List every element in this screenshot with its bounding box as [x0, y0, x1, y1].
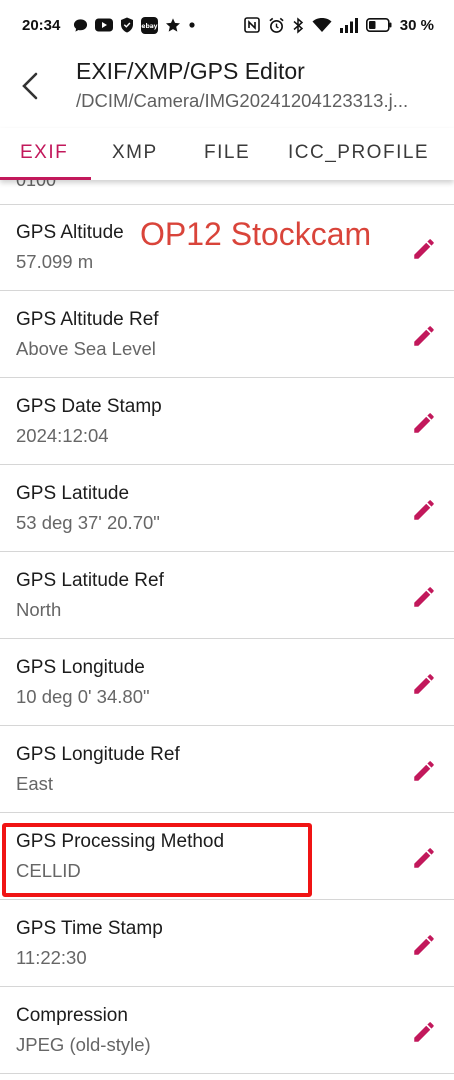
highlight-annotation-box	[2, 823, 312, 897]
tab-icc-profile[interactable]: ICC_PROFILE	[288, 142, 429, 164]
list-item[interactable]: GPS Latitude 53 deg 37' 20.70"	[0, 466, 454, 552]
active-tab-indicator	[0, 177, 91, 180]
tab-xmp[interactable]: XMP	[112, 142, 158, 164]
tab-bar: EXIF XMP FILE ICC_PROFILE	[0, 128, 454, 180]
tag-value: 2024:12:04	[16, 425, 109, 446]
tag-value: East	[16, 773, 54, 794]
list-item[interactable]: GPS Altitude Ref Above Sea Level	[0, 292, 454, 378]
pencil-icon	[414, 935, 434, 955]
edit-button[interactable]	[408, 842, 440, 874]
pencil-icon	[414, 674, 434, 694]
edit-button[interactable]	[408, 668, 440, 700]
list-item[interactable]: GPS Latitude Ref North	[0, 553, 454, 639]
edit-button[interactable]	[408, 929, 440, 961]
tab-exif[interactable]: EXIF	[20, 142, 68, 164]
edit-button[interactable]	[408, 755, 440, 787]
list-item[interactable]: GPS Date Stamp 2024:12:04	[0, 379, 454, 465]
tag-name: GPS Time Stamp	[16, 918, 163, 939]
list-item[interactable]: 0100	[0, 180, 454, 205]
pencil-icon	[414, 413, 434, 433]
tag-name: GPS Longitude	[16, 657, 145, 678]
tag-value: 10 deg 0' 34.80"	[16, 686, 150, 707]
tag-name: GPS Date Stamp	[16, 396, 162, 417]
pencil-icon	[414, 326, 434, 346]
back-button[interactable]	[10, 64, 50, 108]
youtube-icon	[95, 18, 114, 32]
edit-button[interactable]	[408, 494, 440, 526]
pencil-icon	[414, 848, 434, 868]
bluetooth-icon	[293, 16, 304, 34]
pencil-icon	[414, 587, 434, 607]
tag-value: North	[16, 599, 62, 620]
arrow-back-icon	[22, 72, 38, 100]
dot-icon	[188, 21, 196, 29]
battery-percent: 30 %	[399, 16, 434, 34]
list-item[interactable]: GPS Longitude Ref East	[0, 727, 454, 813]
edit-button[interactable]	[408, 320, 440, 352]
tag-name: GPS Latitude Ref	[16, 570, 164, 591]
edit-button[interactable]	[408, 581, 440, 613]
tab-file[interactable]: FILE	[204, 142, 250, 164]
ebay-icon: ebay	[141, 16, 159, 34]
list-item[interactable]: GPS Time Stamp 11:22:30	[0, 901, 454, 987]
tag-name: GPS Altitude Ref	[16, 309, 159, 330]
chat-icon	[73, 18, 88, 33]
edit-button[interactable]	[408, 233, 440, 265]
pencil-icon	[414, 1022, 434, 1042]
tag-value: 11:22:30	[16, 947, 87, 968]
nfc-icon	[243, 17, 260, 33]
alarm-icon	[268, 17, 285, 34]
wifi-icon	[312, 17, 332, 33]
list-item-value: 0100	[16, 180, 57, 190]
overlay-caption: OP12 Stockcam	[140, 216, 372, 252]
list-item[interactable]: Compression JPEG (old-style)	[0, 988, 454, 1074]
tag-name: GPS Latitude	[16, 483, 130, 504]
app-title: EXIF/XMP/GPS Editor	[76, 58, 305, 84]
app-bar: EXIF/XMP/GPS Editor /DCIM/Camera/IMG2024…	[0, 50, 454, 128]
tag-value: Above Sea Level	[16, 338, 156, 359]
tag-value: 53 deg 37' 20.70"	[16, 512, 160, 533]
svg-text:ebay: ebay	[142, 23, 158, 30]
status-time: 20:34	[22, 16, 61, 34]
edit-button[interactable]	[408, 407, 440, 439]
exif-tag-list[interactable]: 0100 GPS Altitude 57.099 m GPS Altitude Re…	[0, 180, 454, 1080]
pencil-icon	[414, 239, 434, 259]
tag-value: 57.099 m	[16, 251, 94, 272]
signal-icon	[339, 17, 358, 33]
battery-icon	[365, 18, 392, 32]
tag-value: JPEG (old-style)	[16, 1034, 151, 1055]
list-item[interactable]: GPS Longitude 10 deg 0' 34.80"	[0, 640, 454, 726]
star-icon	[165, 17, 181, 33]
tag-name: GPS Altitude	[16, 222, 124, 243]
tag-name: GPS Longitude Ref	[16, 744, 180, 765]
edit-button[interactable]	[408, 1016, 440, 1048]
shield-icon	[120, 17, 134, 33]
file-path: /DCIM/Camera/IMG20241204123313.j...	[76, 90, 409, 111]
pencil-icon	[414, 761, 434, 781]
tag-name: Compression	[16, 1005, 128, 1026]
pencil-icon	[414, 500, 434, 520]
status-bar: 20:34 ebay 30 %	[0, 0, 454, 50]
